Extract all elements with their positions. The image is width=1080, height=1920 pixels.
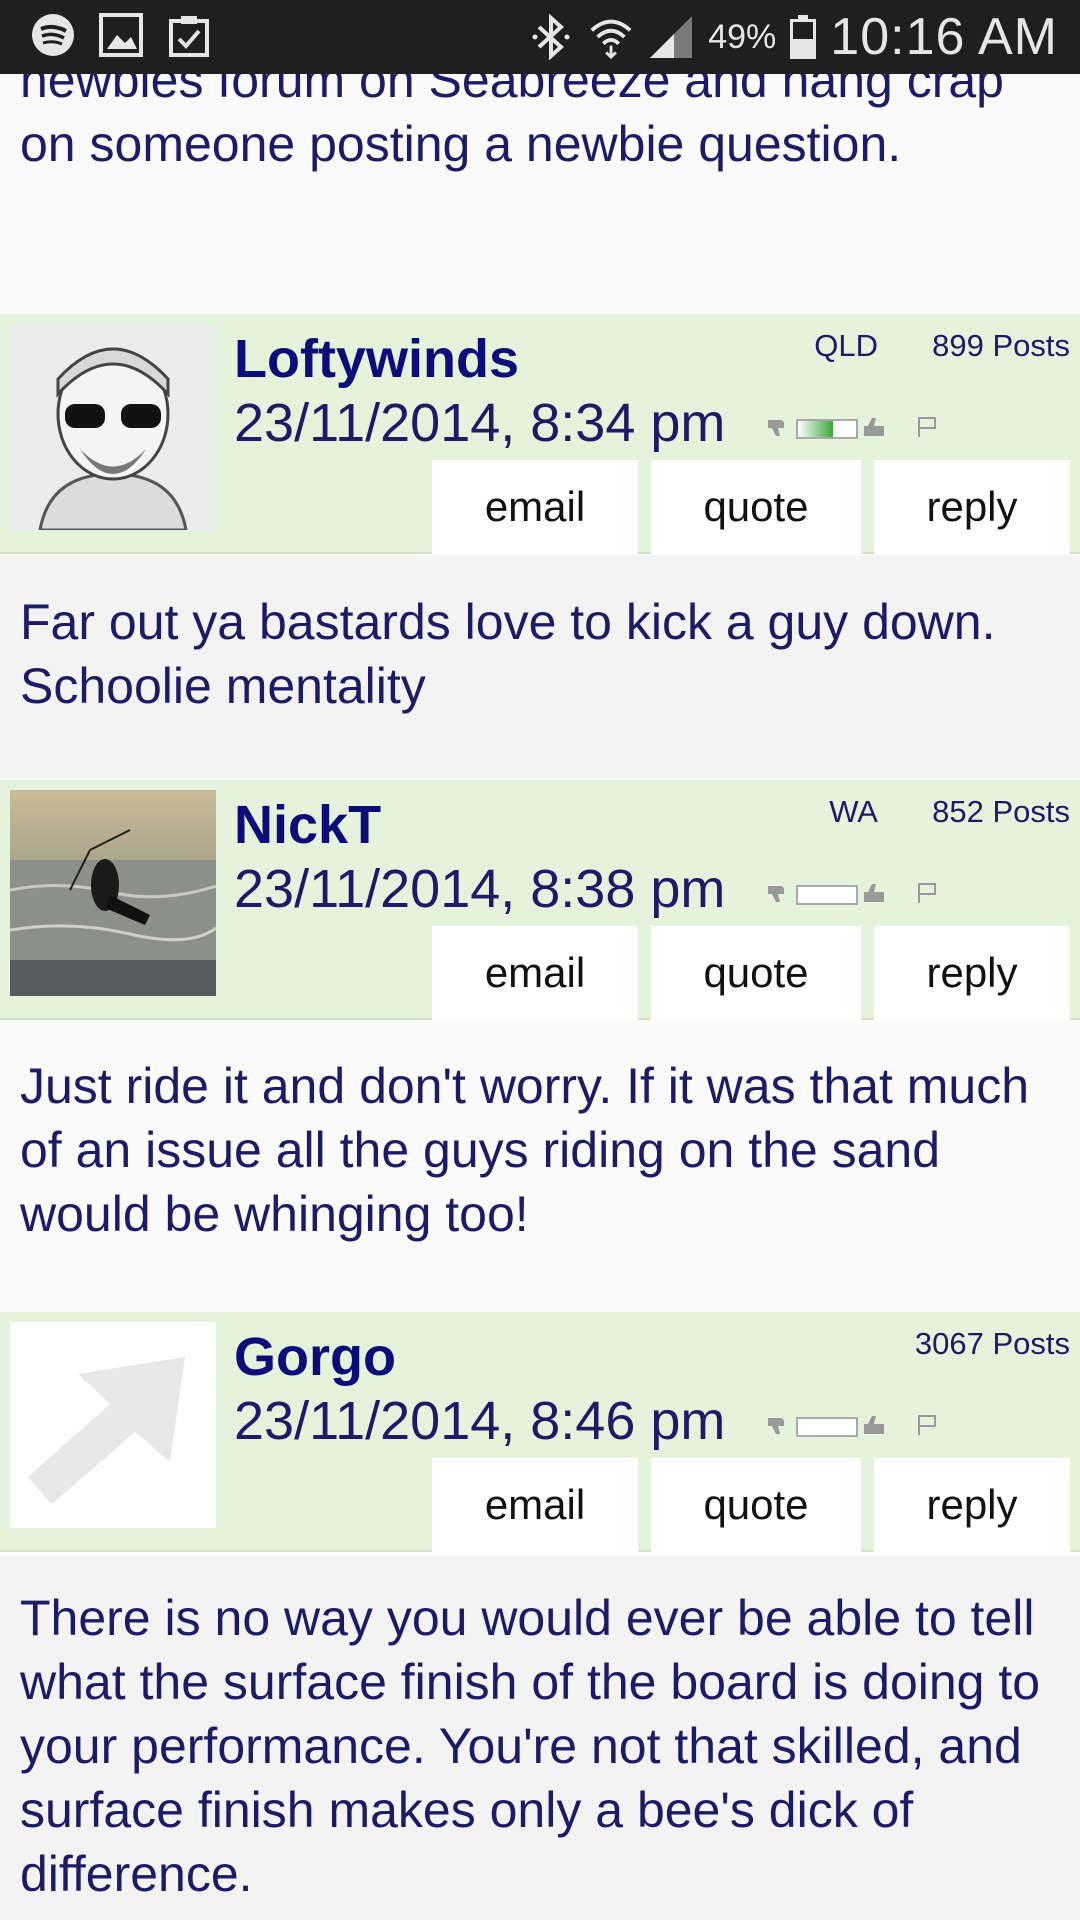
flag-icon[interactable] — [916, 1413, 938, 1442]
bluetooth-icon — [528, 14, 574, 60]
quote-button[interactable]: quote — [651, 1458, 861, 1552]
username[interactable]: Gorgo — [234, 1326, 396, 1388]
reply-button[interactable]: reply — [874, 926, 1070, 1020]
username[interactable]: NickT — [234, 794, 381, 856]
location: QLD — [814, 328, 878, 363]
post-count: 3067 Posts — [914, 1326, 1070, 1361]
location: WA — [829, 794, 878, 829]
timestamp: 23/11/2014, 8:38 pm — [234, 859, 726, 919]
username[interactable]: Loftywinds — [234, 328, 519, 390]
spotify-icon — [30, 12, 76, 58]
thumbs-up-icon[interactable] — [862, 880, 888, 911]
post-header: Loftywinds 23/11/2014, 8:34 pm QLD 899 P… — [0, 314, 1080, 554]
thumbs-up-icon[interactable] — [862, 414, 888, 445]
post-body: Just ride it and don't worry. If it was … — [20, 1058, 1030, 1242]
email-button[interactable]: email — [432, 926, 638, 1020]
battery-icon — [790, 15, 817, 59]
timestamp: 23/11/2014, 8:46 pm — [234, 1391, 726, 1451]
avatar[interactable] — [10, 790, 216, 996]
vote-widget — [766, 1412, 938, 1442]
thumbs-up-icon[interactable] — [862, 1412, 888, 1443]
avatar[interactable] — [10, 324, 216, 530]
timestamp: 23/11/2014, 8:34 pm — [234, 393, 726, 453]
post-header: NickT 23/11/2014, 8:38 pm WA 852 Posts e… — [0, 780, 1080, 1020]
avatar[interactable] — [10, 1322, 216, 1528]
gallery-icon — [98, 12, 144, 58]
vote-level-bar — [796, 419, 858, 439]
post-count: 899 Posts — [932, 328, 1070, 363]
vote-widget — [766, 414, 938, 444]
thumbs-down-icon[interactable] — [766, 882, 792, 909]
post-count: 852 Posts — [932, 794, 1070, 829]
status-bar: 49% 10:16 AM — [0, 0, 1080, 74]
vote-level-bar — [796, 1417, 858, 1437]
quote-button[interactable]: quote — [651, 926, 861, 1020]
post-body: Far out ya bastards love to kick a guy d… — [20, 594, 996, 714]
quote-button[interactable]: quote — [651, 460, 861, 554]
thumbs-down-icon[interactable] — [766, 1414, 792, 1441]
flag-icon[interactable] — [916, 881, 938, 910]
reply-button[interactable]: reply — [874, 460, 1070, 554]
email-button[interactable]: email — [432, 460, 638, 554]
vote-widget — [766, 880, 938, 910]
thumbs-down-icon[interactable] — [766, 416, 792, 443]
battery-percentage: 49% — [708, 17, 777, 56]
clock: 10:16 AM — [830, 8, 1058, 66]
post-header: Gorgo 23/11/2014, 8:46 pm 3067 Posts ema… — [0, 1312, 1080, 1552]
signal-icon — [648, 14, 694, 60]
flag-icon[interactable] — [916, 415, 938, 444]
email-button[interactable]: email — [432, 1458, 638, 1552]
clipboard-check-icon — [166, 12, 212, 58]
reply-button[interactable]: reply — [874, 1458, 1070, 1552]
post-body: There is no way you would ever be able t… — [20, 1590, 1041, 1902]
wifi-icon — [588, 14, 634, 60]
vote-level-bar — [796, 885, 858, 905]
